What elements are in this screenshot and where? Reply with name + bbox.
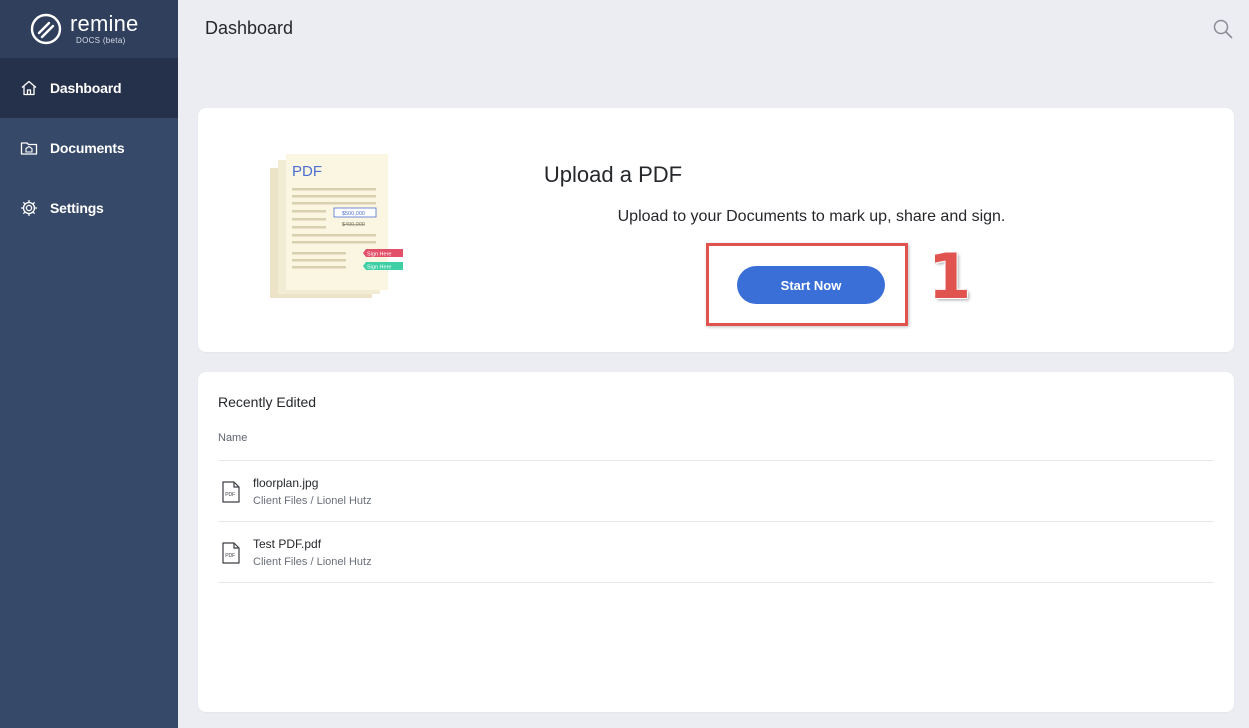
remine-logo-icon	[30, 13, 62, 45]
brand-subtitle: DOCS (beta)	[76, 36, 126, 45]
page-title: Dashboard	[205, 18, 294, 38]
sidebar-item-dashboard[interactable]: Dashboard	[0, 58, 178, 118]
sidebar-item-label: Settings	[50, 200, 104, 216]
file-name[interactable]: Test PDF.pdf	[253, 537, 321, 551]
svg-text:PDF: PDF	[225, 553, 235, 559]
search-icon[interactable]	[1212, 18, 1234, 40]
file-name[interactable]: floorplan.jpg	[253, 476, 318, 490]
file-path: Client Files / Lionel Hutz	[253, 556, 372, 568]
divider	[218, 582, 1214, 583]
home-icon	[21, 80, 37, 96]
pdf-file-icon: PDF	[222, 542, 240, 564]
illustration-amount-old: $400,000	[342, 222, 365, 228]
illustration-sign-here-1: Sign Here	[367, 252, 391, 258]
svg-text:PDF: PDF	[225, 492, 235, 498]
brand-name: remine	[70, 11, 139, 36]
column-header-name[interactable]: Name	[218, 432, 247, 444]
upload-title: Upload a PDF	[543, 162, 683, 187]
illustration-amount-new: $500,000	[342, 211, 365, 217]
sidebar-item-label: Documents	[50, 140, 125, 156]
recently-edited-card: Recently Edited Name PDF floorplan.jpg C…	[198, 372, 1234, 712]
sidebar: remine DOCS (beta) Dashboard Documents S…	[0, 0, 178, 728]
sidebar-item-label: Dashboard	[50, 80, 122, 96]
table-row[interactable]: PDF Test PDF.pdf Client Files / Lionel H…	[218, 522, 1214, 582]
file-path: Client Files / Lionel Hutz	[253, 495, 372, 507]
upload-subtitle: Upload to your Documents to mark up, sha…	[617, 208, 1006, 225]
gear-icon	[20, 199, 38, 217]
brand[interactable]: remine DOCS (beta)	[0, 0, 178, 58]
recently-edited-title: Recently Edited	[218, 394, 317, 410]
table-row[interactable]: PDF floorplan.jpg Client Files / Lionel …	[218, 461, 1214, 521]
annotation-step-number: 1	[928, 240, 972, 313]
folder-icon	[20, 142, 38, 155]
pdf-file-icon: PDF	[222, 481, 240, 503]
start-now-button[interactable]: Start Now	[737, 266, 885, 304]
illustration-sign-here-2: Sign Here	[367, 265, 391, 271]
